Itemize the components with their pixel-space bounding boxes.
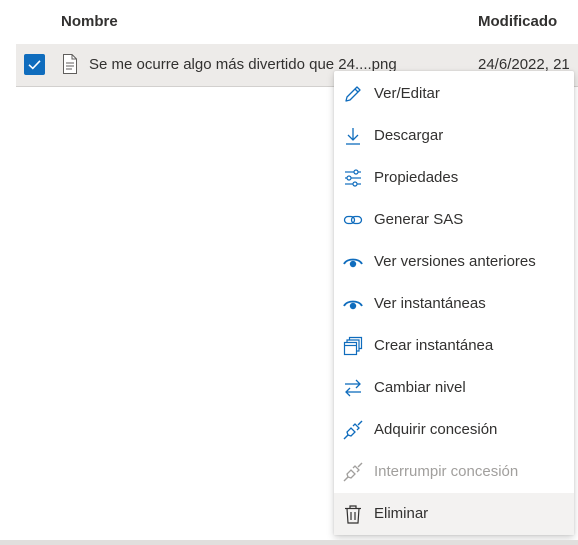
menu-item-label: Propiedades [374, 169, 459, 186]
menu-item-label: Crear instantánea [374, 337, 494, 354]
menu-item-propiedades[interactable]: Propiedades [334, 157, 574, 199]
trash-icon [345, 505, 361, 524]
menu-item-label: Generar SAS [374, 211, 464, 228]
column-header-name[interactable]: Nombre [61, 13, 118, 30]
context-menu: Ver/Editar Descargar Propiedades Generar… [334, 71, 574, 535]
menu-item-cambiar-nivel[interactable]: Cambiar nivel [334, 367, 574, 409]
menu-item-label: Cambiar nivel [374, 379, 466, 396]
menu-item-label: Ver/Editar [374, 85, 440, 102]
menu-item-interrumpir-concesion: Interrumpir concesión [334, 451, 574, 493]
plug-icon [343, 462, 363, 482]
storage-explorer-view: Nombre Modificado Se me ocurre algo más … [0, 0, 578, 545]
menu-item-label: Ver instantáneas [374, 295, 486, 312]
plug-icon [343, 420, 363, 440]
horizontal-scrollbar[interactable] [0, 540, 578, 545]
menu-item-generar-sas[interactable]: Generar SAS [334, 199, 574, 241]
snapshot-icon [343, 336, 363, 356]
column-header-modified[interactable]: Modificado [478, 13, 557, 30]
download-icon [346, 128, 360, 145]
eye-icon [343, 258, 363, 268]
menu-item-eliminar[interactable]: Eliminar [334, 493, 574, 535]
menu-item-label: Interrumpir concesión [374, 463, 519, 480]
menu-item-ver-editar[interactable]: Ver/Editar [334, 73, 574, 115]
menu-item-label: Descargar [374, 127, 444, 144]
menu-item-ver-versiones-anteriores[interactable]: Ver versiones anteriores [334, 241, 574, 283]
swap-icon [345, 379, 361, 397]
menu-item-label: Adquirir concesión [374, 421, 498, 438]
properties-icon [345, 169, 361, 187]
row-checkbox[interactable] [24, 54, 45, 75]
link-icon [343, 215, 363, 225]
menu-item-label: Eliminar [374, 505, 429, 522]
file-icon [63, 54, 77, 74]
menu-item-ver-instantaneas[interactable]: Ver instantáneas [334, 283, 574, 325]
menu-item-crear-instantanea[interactable]: Crear instantánea [334, 325, 574, 367]
menu-item-descargar[interactable]: Descargar [334, 115, 574, 157]
checkmark-icon [28, 60, 41, 70]
eye-icon [343, 300, 363, 310]
menu-item-label: Ver versiones anteriores [374, 253, 536, 270]
pencil-icon [345, 86, 361, 102]
menu-item-adquirir-concesion[interactable]: Adquirir concesión [334, 409, 574, 451]
